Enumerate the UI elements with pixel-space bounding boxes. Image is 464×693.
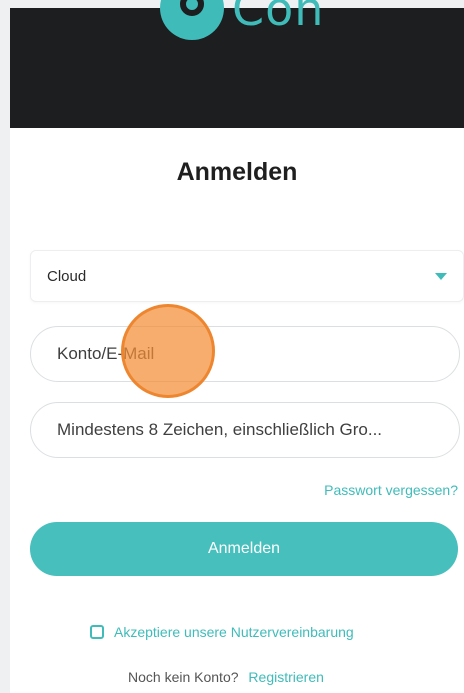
agreement-label[interactable]: Akzeptiere unsere Nutzervereinbarung bbox=[114, 624, 354, 640]
password-field[interactable] bbox=[30, 402, 460, 458]
logo-icon bbox=[160, 0, 224, 40]
agreement-checkbox[interactable] bbox=[90, 625, 104, 639]
login-card: Anmelden Cloud Passwort vergessen? Anmel… bbox=[10, 128, 464, 693]
forgot-password-link[interactable]: Passwort vergessen? bbox=[324, 482, 458, 498]
app-header: Con bbox=[10, 0, 464, 128]
account-input[interactable] bbox=[31, 327, 459, 381]
region-select-value: Cloud bbox=[47, 268, 87, 285]
logo-text: Con bbox=[232, 0, 325, 36]
agreement-row[interactable]: Akzeptiere unsere Nutzervereinbarung bbox=[90, 624, 354, 640]
account-field[interactable] bbox=[30, 326, 460, 382]
region-select[interactable]: Cloud bbox=[30, 250, 464, 302]
brand-logo: Con bbox=[160, 0, 324, 46]
no-account-text: Noch kein Konto? bbox=[128, 669, 239, 685]
signup-row: Noch kein Konto? Registrieren bbox=[128, 669, 324, 685]
register-link[interactable]: Registrieren bbox=[248, 669, 323, 685]
page-title: Anmelden bbox=[176, 158, 298, 186]
password-input[interactable] bbox=[31, 403, 459, 457]
caret-down-icon bbox=[435, 273, 447, 280]
login-button[interactable]: Anmelden bbox=[30, 522, 458, 576]
